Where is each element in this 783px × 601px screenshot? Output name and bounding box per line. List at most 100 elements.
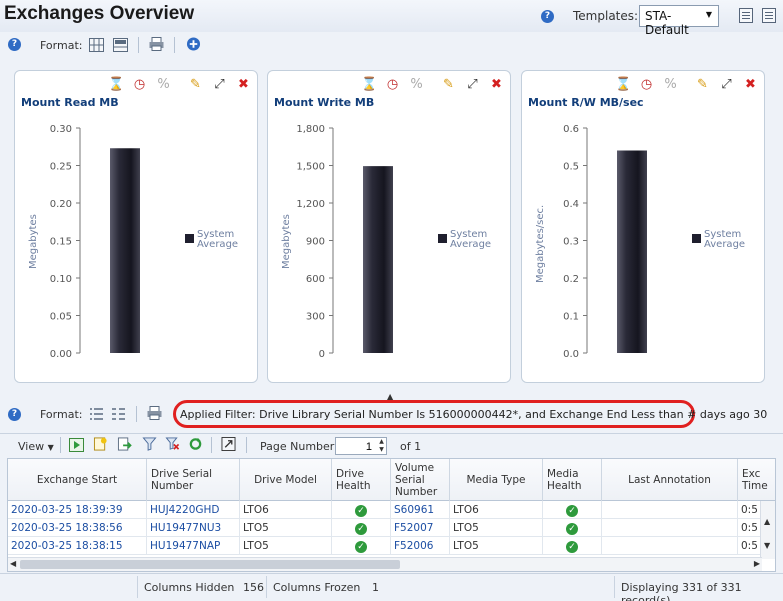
horizontal-scrollbar[interactable]: ◀ ▶	[8, 557, 762, 571]
toolbar-divider	[174, 37, 175, 53]
ok-check-icon: ✓	[566, 505, 578, 517]
legend-swatch	[185, 234, 194, 243]
y-tick-label: 0.15	[50, 237, 72, 248]
cell-drive-health: ✓	[332, 537, 391, 555]
col-media-health[interactable]: Media Health	[543, 459, 602, 501]
cell-drive-health: ✓	[332, 501, 391, 519]
col-drive-model[interactable]: Drive Model	[240, 459, 332, 501]
columns-frozen-value: 1	[372, 581, 379, 594]
clear-filter-icon[interactable]	[165, 437, 180, 451]
col-drive-health[interactable]: Drive Health	[332, 459, 391, 501]
format-label: Format:	[40, 39, 83, 52]
horizontal-scroll-thumb[interactable]	[20, 560, 400, 569]
cell-drive-model: LTO6	[240, 501, 332, 519]
vertical-scrollbar[interactable]: ▲ ▼	[760, 501, 775, 559]
cell-exchange-time: 0:5	[738, 537, 762, 555]
cell-exchange-start[interactable]: 2020-03-25 18:38:15	[8, 537, 147, 555]
templates-select[interactable]: STA-Default ▼	[639, 5, 719, 37]
chevron-up-icon[interactable]: ▲	[764, 517, 770, 526]
cell-exchange-start[interactable]: 2020-03-25 18:38:56	[8, 519, 147, 537]
help-icon[interactable]: ?	[541, 10, 554, 23]
col-exchange-time[interactable]: Exc Time	[738, 459, 775, 501]
title-bar: Exchanges Overview ? Templates: STA-Defa…	[0, 0, 783, 37]
cell-media-health: ✓	[543, 519, 602, 537]
bar-system-average	[617, 150, 647, 353]
help-icon[interactable]: ?	[8, 408, 21, 421]
chevron-down-icon[interactable]: ▼	[764, 541, 770, 550]
y-tick-label: 0.6	[563, 124, 579, 135]
y-tick-label: 0.1	[563, 312, 579, 323]
chart-panel-write: ⌛ ◷ % ✎ ⤢ ✖ Mount Write MB 1,800 1,500 1,2…	[267, 70, 511, 383]
add-icon[interactable]	[186, 37, 201, 51]
y-tick-label: 0.25	[50, 162, 72, 173]
help-icon[interactable]: ?	[8, 38, 21, 51]
applied-filter-text: Applied Filter: Drive Library Serial Num…	[180, 408, 768, 421]
toolbar-divider	[211, 437, 212, 453]
y-tick-label: 0.20	[50, 199, 72, 210]
toolbar-divider	[246, 437, 247, 453]
col-last-annotation[interactable]: Last Annotation	[602, 459, 738, 501]
divider	[614, 576, 615, 598]
cell-drive-serial[interactable]: HU19477NU3	[147, 519, 240, 537]
cell-drive-serial[interactable]: HU19477NAP	[147, 537, 240, 555]
y-axis-label: Megabytes	[28, 214, 39, 269]
col-media-type[interactable]: Media Type	[450, 459, 543, 501]
col-volume-serial[interactable]: Volume Serial Number	[391, 459, 450, 501]
chevron-right-icon[interactable]: ▶	[754, 559, 760, 568]
cell-media-type: LTO5	[450, 519, 543, 537]
legend-text: Average	[450, 239, 492, 250]
bar-system-average	[110, 148, 140, 353]
page-number-label: Page Number:	[260, 440, 338, 453]
y-tick-label: 0	[319, 349, 325, 360]
y-tick-label: 0.30	[50, 124, 72, 135]
run-icon[interactable]	[69, 438, 84, 452]
detail-view-icon[interactable]	[111, 407, 126, 421]
view-menu-button[interactable]: View ▼	[18, 440, 54, 453]
columns-hidden-label: Columns Hidden	[144, 581, 235, 594]
chevron-left-icon[interactable]: ◀	[10, 559, 16, 568]
rows-layout-icon[interactable]	[113, 38, 128, 52]
table-row[interactable]: 2020-03-25 18:39:39 HUJ4220GHD LTO6 ✓ S6…	[8, 501, 775, 519]
bar-system-average	[363, 166, 393, 353]
cell-exchange-start[interactable]: 2020-03-25 18:39:39	[8, 501, 147, 519]
refresh-icon[interactable]	[188, 437, 203, 451]
columns-frozen-label: Columns Frozen	[273, 581, 361, 594]
record-count: Displaying 331 of 331 record(s)	[621, 581, 742, 601]
filter-icon[interactable]	[142, 437, 157, 451]
toolbar-divider	[60, 437, 61, 453]
cell-drive-model: LTO5	[240, 519, 332, 537]
table-row[interactable]: 2020-03-25 18:38:15 HU19477NAP LTO5 ✓ F5…	[8, 537, 775, 555]
exchanges-table: Exchange Start Drive Serial Number Drive…	[7, 458, 776, 572]
cell-media-health: ✓	[543, 537, 602, 555]
cell-exchange-time: 0:5	[738, 501, 762, 519]
col-drive-serial[interactable]: Drive Serial Number	[147, 459, 240, 501]
manage-template-icon[interactable]	[762, 8, 776, 23]
cell-drive-model: LTO5	[240, 537, 332, 555]
templates-label: Templates:	[573, 9, 639, 23]
cell-media-type: LTO5	[450, 537, 543, 555]
col-exchange-start[interactable]: Exchange Start	[8, 459, 147, 501]
divider	[266, 576, 267, 598]
list-view-icon[interactable]	[89, 407, 104, 421]
new-report-icon[interactable]	[93, 437, 108, 451]
chevron-down-icon: ▼	[47, 443, 54, 452]
divider	[137, 576, 138, 598]
cell-last-annotation	[602, 501, 738, 519]
save-template-icon[interactable]	[739, 8, 753, 23]
page-spinner-icon[interactable]: ▲ ▼	[377, 438, 386, 454]
legend-text: Average	[704, 239, 746, 250]
cell-volume-serial[interactable]: S60961	[391, 501, 450, 519]
cell-drive-serial[interactable]: HUJ4220GHD	[147, 501, 240, 519]
table-row[interactable]: 2020-03-25 18:38:56 HU19477NU3 LTO5 ✓ F5…	[8, 519, 775, 537]
format-toolbar: ? Format:	[0, 34, 783, 56]
print-icon[interactable]	[149, 37, 164, 51]
print-icon[interactable]	[147, 406, 162, 420]
ok-check-icon: ✓	[355, 505, 367, 517]
grid-layout-icon[interactable]	[89, 38, 104, 52]
view-label: View	[18, 440, 45, 453]
cell-volume-serial[interactable]: F52006	[391, 537, 450, 555]
detach-icon[interactable]	[221, 437, 236, 451]
status-bar: Columns Hidden 156 Columns Frozen 1 Disp…	[0, 573, 783, 601]
cell-volume-serial[interactable]: F52007	[391, 519, 450, 537]
export-icon[interactable]	[117, 437, 132, 451]
